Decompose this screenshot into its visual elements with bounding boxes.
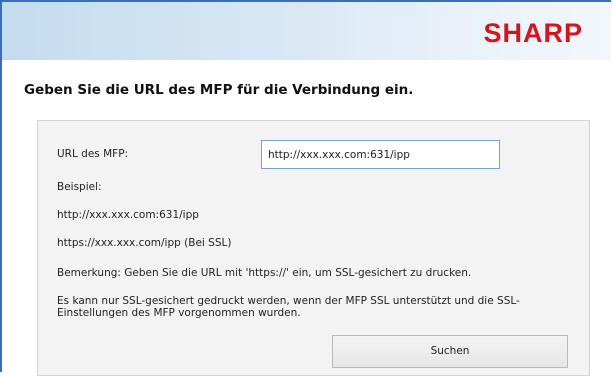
ssl-info-text: Es kann nur SSL-gesichert gedruckt werde… bbox=[57, 295, 520, 319]
example-http: http://xxx.xxx.com:631/ipp bbox=[57, 209, 199, 221]
remark-text: Bemerkung: Geben Sie die URL mit 'https:… bbox=[57, 267, 472, 279]
search-button[interactable]: Suchen bbox=[332, 335, 568, 368]
url-input[interactable] bbox=[261, 140, 500, 169]
header-banner: SHARP bbox=[2, 2, 611, 60]
page-title: Geben Sie die URL des MFP für die Verbin… bbox=[24, 82, 414, 98]
url-label: URL des MFP: bbox=[57, 148, 129, 160]
example-https: https://xxx.xxx.com/ipp (Bei SSL) bbox=[57, 237, 232, 249]
dialog-window: SHARP Geben Sie die URL des MFP für die … bbox=[0, 0, 611, 376]
sharp-logo: SHARP bbox=[483, 18, 583, 48]
example-title: Beispiel: bbox=[57, 181, 102, 193]
